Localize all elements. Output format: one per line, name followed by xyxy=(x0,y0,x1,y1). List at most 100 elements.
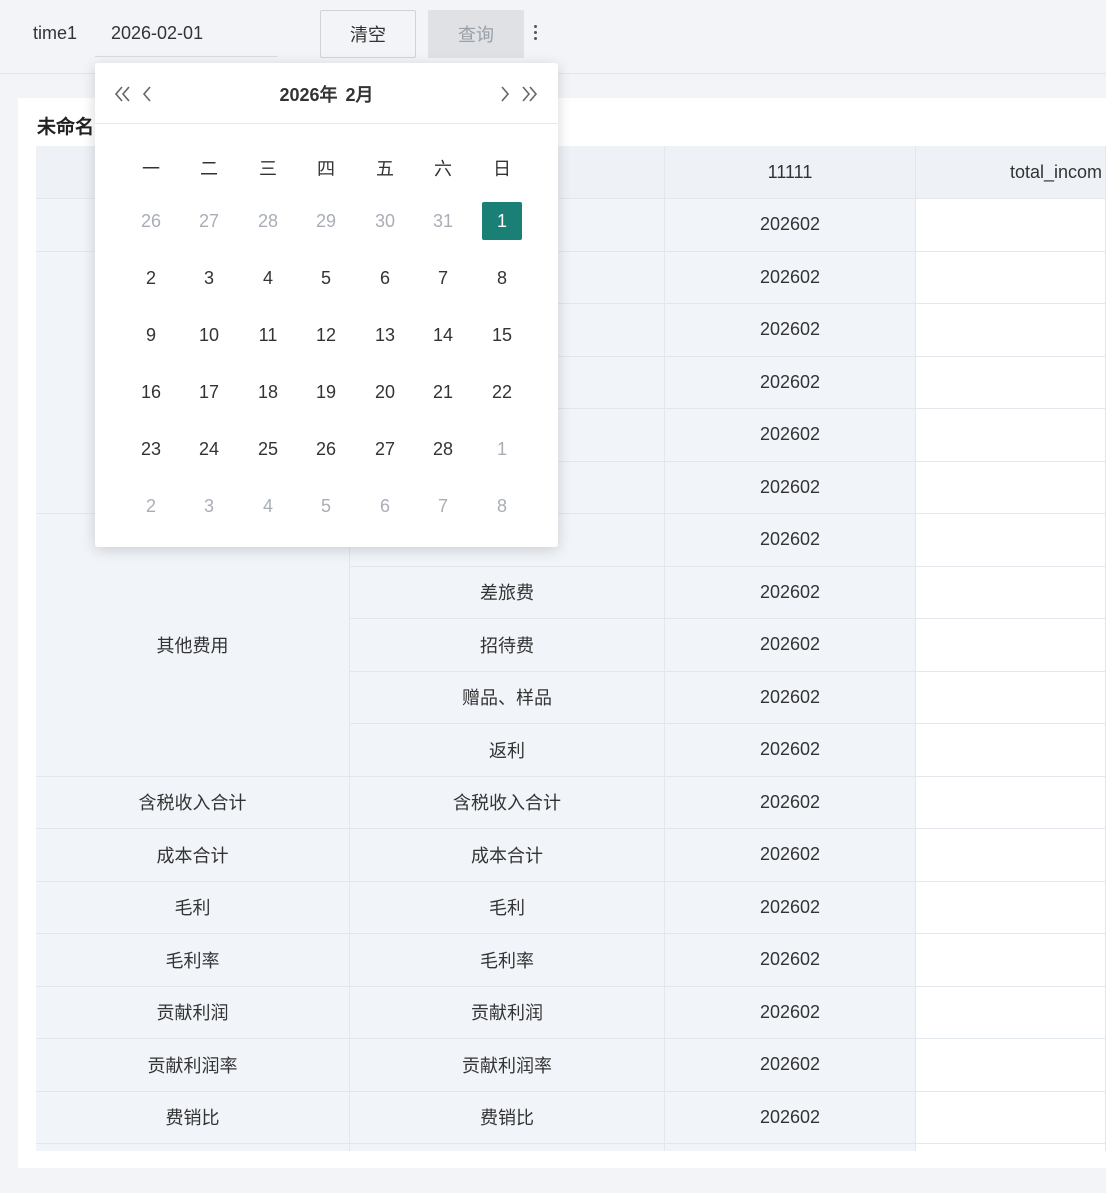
day-cell[interactable]: 25 xyxy=(248,430,288,468)
day-cell[interactable]: 27 xyxy=(189,202,229,240)
day-cell[interactable]: 15 xyxy=(482,316,522,354)
next-month-icon[interactable] xyxy=(494,83,516,105)
period-cell: 202602 xyxy=(665,881,916,934)
day-cell[interactable]: 2 xyxy=(131,487,171,525)
weekday-label: 六 xyxy=(434,159,452,179)
day-cell[interactable]: 6 xyxy=(365,259,405,297)
row-group-cell: 毛利 xyxy=(36,881,350,934)
day-cell[interactable]: 31 xyxy=(423,202,463,240)
day-cell[interactable]: 8 xyxy=(482,259,522,297)
date-picker-title[interactable]: 2026年 2月 xyxy=(95,81,558,107)
table-header-cell: total_incom xyxy=(916,146,1106,199)
day-cell[interactable]: 24 xyxy=(189,430,229,468)
day-cell[interactable]: 18 xyxy=(248,373,288,411)
day-cell[interactable]: 13 xyxy=(365,316,405,354)
row-label-cell: 差旅费 xyxy=(350,566,665,619)
value-cell xyxy=(916,829,1106,882)
day-cell[interactable]: 4 xyxy=(248,487,288,525)
day-cell[interactable]: 6 xyxy=(365,487,405,525)
period-cell: 202602 xyxy=(665,251,916,304)
period-cell: 202602 xyxy=(665,304,916,357)
value-cell xyxy=(916,514,1106,567)
row-label-cell: 贡献利润 xyxy=(350,986,665,1039)
value-cell xyxy=(916,619,1106,672)
day-cell[interactable]: 7 xyxy=(423,259,463,297)
day-cell[interactable]: 4 xyxy=(248,259,288,297)
period-cell: 202602 xyxy=(665,409,916,462)
row-label-cell: 成本合计 xyxy=(350,829,665,882)
query-button[interactable]: 查询 xyxy=(428,10,524,58)
day-cell[interactable]: 3 xyxy=(189,259,229,297)
period-cell: 202602 xyxy=(665,1039,916,1092)
row-label-cell: 返利 xyxy=(350,724,665,777)
day-cell[interactable]: 22 xyxy=(482,373,522,411)
value-cell xyxy=(916,304,1106,357)
day-cell[interactable]: 12 xyxy=(306,316,346,354)
row-group-cell: 贡献利润率 xyxy=(36,1039,350,1092)
day-cell[interactable]: 10 xyxy=(189,316,229,354)
weekday-label: 四 xyxy=(317,159,335,179)
day-cell[interactable]: 11 xyxy=(248,316,288,354)
value-cell xyxy=(916,776,1106,829)
row-label-cell: 含税收入合计 xyxy=(350,776,665,829)
row-label-cell xyxy=(350,1144,665,1151)
day-cell[interactable]: 5 xyxy=(306,487,346,525)
period-cell: 202602 xyxy=(665,671,916,724)
day-cell[interactable]: 27 xyxy=(365,430,405,468)
day-cell[interactable]: 30 xyxy=(365,202,405,240)
day-cell[interactable]: 26 xyxy=(131,202,171,240)
next-year-icon[interactable] xyxy=(518,83,540,105)
time1-label: time1 xyxy=(33,23,78,43)
day-cell[interactable]: 5 xyxy=(306,259,346,297)
picker-year[interactable]: 2026年 xyxy=(279,85,337,105)
weekday-label: 一 xyxy=(142,159,160,179)
value-cell xyxy=(916,934,1106,987)
value-cell xyxy=(916,671,1106,724)
date-picker-popup: 2026年 2月 一二三四五六日 26 27 28 29 30 31 1 2 3 4 5 6 7 8 9 10 11… xyxy=(95,63,558,547)
row-group-cell xyxy=(36,1144,350,1151)
value-cell xyxy=(916,199,1106,252)
day-cell[interactable]: 29 xyxy=(306,202,346,240)
date-input[interactable]: 2026-02-01 xyxy=(95,11,356,57)
report-title: 未命名 xyxy=(37,117,95,138)
day-cell[interactable]: 20 xyxy=(365,373,405,411)
day-cell[interactable]: 16 xyxy=(131,373,171,411)
row-group-cell: 含税收入合计 xyxy=(36,776,350,829)
day-cell[interactable]: 1 xyxy=(482,430,522,468)
clear-button[interactable]: 清空 xyxy=(320,10,416,58)
day-cell[interactable]: 28 xyxy=(423,430,463,468)
day-cell[interactable]: 21 xyxy=(423,373,463,411)
day-cell[interactable]: 8 xyxy=(482,487,522,525)
row-label-cell: 毛利率 xyxy=(350,934,665,987)
value-cell xyxy=(916,251,1106,304)
weekday-label: 五 xyxy=(376,159,394,179)
period-cell: 202602 xyxy=(665,776,916,829)
day-cell[interactable]: 19 xyxy=(306,373,346,411)
value-cell xyxy=(916,409,1106,462)
period-cell: 202602 xyxy=(665,1091,916,1144)
period-cell: 202602 xyxy=(665,986,916,1039)
day-cell[interactable]: 23 xyxy=(131,430,171,468)
weekday-label: 日 xyxy=(493,159,511,179)
day-cell[interactable]: 28 xyxy=(248,202,288,240)
row-label-cell: 费销比 xyxy=(350,1091,665,1144)
selected-day-cell[interactable]: 1 xyxy=(482,202,522,240)
value-cell xyxy=(916,356,1106,409)
row-group-cell: 费销比 xyxy=(36,1091,350,1144)
table-header-cell: 11111 xyxy=(665,146,916,199)
period-cell: 202602 xyxy=(665,356,916,409)
day-cell[interactable]: 17 xyxy=(189,373,229,411)
day-cell[interactable]: 14 xyxy=(423,316,463,354)
day-cell[interactable]: 7 xyxy=(423,487,463,525)
more-options-icon[interactable] xyxy=(529,22,541,46)
period-cell: 202602 xyxy=(665,514,916,567)
row-label-cell: 毛利 xyxy=(350,881,665,934)
day-cell[interactable]: 9 xyxy=(131,316,171,354)
row-label-cell: 赠品、样品 xyxy=(350,671,665,724)
picker-month[interactable]: 2月 xyxy=(346,85,374,105)
day-cell[interactable]: 26 xyxy=(306,430,346,468)
value-cell xyxy=(916,461,1106,514)
day-cell[interactable]: 3 xyxy=(189,487,229,525)
period-cell: 202602 xyxy=(665,619,916,672)
day-cell[interactable]: 2 xyxy=(131,259,171,297)
